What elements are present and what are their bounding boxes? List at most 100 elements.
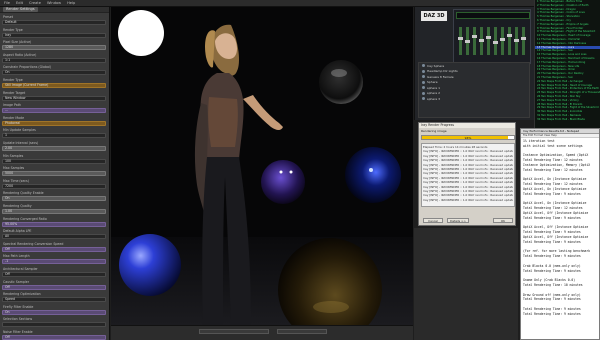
playlist-item[interactable]: 32 Two Steps From Hell - Black Blade xyxy=(535,118,600,122)
setting-row: Min Update Samples 1 xyxy=(2,128,106,139)
setting-value[interactable]: 2.00 xyxy=(2,146,106,151)
scene-item-label: Genesis 8 Female xyxy=(427,74,454,79)
scene-item-label: Headlamp Dir Lights xyxy=(427,69,458,74)
lower-right-empty xyxy=(414,228,518,340)
setting-label: Caustic Sampler xyxy=(3,279,30,284)
viewport[interactable] xyxy=(111,7,413,325)
setting-row: Max Samples 5000 xyxy=(2,166,106,177)
setting-label: Render Type xyxy=(3,27,23,32)
eye-icon[interactable] xyxy=(422,86,425,90)
menu-edit[interactable]: Edit xyxy=(16,1,23,5)
setting-row: Architectural Sampler Off xyxy=(2,267,106,277)
setting-row: Default Alpha LPE All xyxy=(2,229,106,240)
setting-value[interactable]: Photoreal xyxy=(2,120,106,126)
blue-sphere xyxy=(119,234,181,296)
panel-tab[interactable]: Render Settings xyxy=(3,7,38,12)
menu-help[interactable]: Help xyxy=(67,1,75,5)
setting-row: Rendering Quality 1.00 xyxy=(2,204,106,214)
setting-row: Rendering Optimization Speed xyxy=(2,292,106,303)
setting-value[interactable]: 1 xyxy=(2,133,106,139)
render-status: Rendering image xyxy=(421,129,447,133)
setting-value[interactable]: 100 xyxy=(2,158,106,164)
log-line: Iray [INFO] - IRAY:RENDER :: 1.0 IRAY re… xyxy=(423,180,513,185)
scene-item-label: sphere 2 xyxy=(427,91,441,96)
setting-value[interactable]: On xyxy=(2,70,106,76)
setting-value[interactable]: 1.00 xyxy=(2,209,106,214)
setting-value[interactable]: 1:1 xyxy=(2,57,106,63)
menu-window[interactable]: Window xyxy=(47,1,61,5)
render-log: Elapsed Time: 2 hours 14 minutes 28 seco… xyxy=(421,143,515,207)
setting-row: Selection Sections xyxy=(2,317,106,328)
panel-header: Render Settings xyxy=(0,7,109,13)
white-sphere xyxy=(118,10,164,56)
setting-row: Image Path... xyxy=(2,103,106,114)
setting-value[interactable]: ... xyxy=(2,108,106,114)
setting-row: Render Mode Photoreal xyxy=(2,116,106,126)
cancel-button[interactable]: Cancel xyxy=(423,218,443,223)
eye-icon[interactable] xyxy=(422,75,425,79)
eye-icon[interactable] xyxy=(422,80,425,84)
render-settings-panel: Render Settings Preset Default Render Type… xyxy=(0,7,110,340)
scene-item[interactable]: sphere 3 xyxy=(419,96,529,102)
menu-file[interactable]: File xyxy=(4,1,10,5)
render-image xyxy=(111,7,413,325)
setting-value[interactable] xyxy=(2,322,106,328)
setting-value[interactable]: Off xyxy=(2,284,106,290)
setting-row: Aspect Ratio (Active) 1:1 xyxy=(2,53,106,63)
setting-row: Render Target New Window xyxy=(2,91,106,101)
scene-item-label: sphere 1 xyxy=(427,85,441,90)
setting-row: Update Interval (secs) 2.00 xyxy=(2,141,106,151)
setting-value[interactable]: Speed xyxy=(2,297,106,303)
setting-row: Render Type Iray xyxy=(2,28,106,38)
setting-value[interactable]: 95.00% xyxy=(2,221,106,227)
ok-button[interactable]: OK xyxy=(493,218,513,223)
setting-value[interactable]: Iray xyxy=(2,32,106,38)
progress-percent: 94% xyxy=(464,136,472,140)
setting-row: Max Path Length -1 xyxy=(2,254,106,265)
daz-logo: DAZ 3D xyxy=(421,11,447,21)
scene-outliner: Iray Sphere Headlamp Dir Lights Genesis 8 … xyxy=(418,62,530,118)
notepad-text[interactable]: 1% iteration test with initial test scene… xyxy=(521,138,599,317)
menu-create[interactable]: Create xyxy=(29,1,41,5)
playlist-panel: 1 Thomas Bergersen - Before Time 2 Thomas… xyxy=(534,0,600,128)
setting-row: Noise Filter Enable Off xyxy=(2,330,106,340)
viewport-toolbar xyxy=(111,325,413,340)
setting-value[interactable]: Off xyxy=(2,272,106,277)
setting-row: Min Samples 100 xyxy=(2,154,106,164)
menu-bar: File Edit Create Window Help xyxy=(0,0,600,7)
eye-icon[interactable] xyxy=(422,97,425,101)
setting-value[interactable]: 5000 xyxy=(2,171,106,177)
notepad-window: Iray Performance Results.txt - Notepad F… xyxy=(520,128,600,340)
log-line: Iray [INFO] - IRAY:RENDER :: 1.0 IRAY re… xyxy=(423,158,513,163)
setting-row: Pixel Size (Active) 1280 xyxy=(2,40,106,51)
eye-icon[interactable] xyxy=(422,91,425,95)
eye-icon[interactable] xyxy=(422,64,425,68)
setting-label: Render Target xyxy=(3,90,26,95)
dialog-title: Iray Render Progress xyxy=(419,123,515,128)
setting-row: Preset Default xyxy=(2,15,106,25)
setting-value[interactable]: Default xyxy=(2,20,106,25)
setting-value[interactable]: Still Image (Current Frame) xyxy=(2,83,106,88)
setting-value[interactable]: All xyxy=(2,234,106,240)
setting-value[interactable]: 1280 xyxy=(2,45,106,51)
setting-value[interactable]: Off xyxy=(2,246,106,252)
setting-row: Firefly Filter Enable On xyxy=(2,305,106,315)
details-button[interactable]: Details >> xyxy=(447,218,469,223)
setting-value[interactable]: On xyxy=(2,196,106,202)
camera-select[interactable] xyxy=(277,329,327,334)
setting-value[interactable]: On xyxy=(2,309,106,315)
setting-value[interactable]: New Window xyxy=(2,95,106,101)
setting-row: Render Type Still Image (Current Frame) xyxy=(2,78,106,88)
eye-icon[interactable] xyxy=(422,69,425,73)
setting-value[interactable]: Off xyxy=(2,335,106,340)
timeline-scrubber[interactable] xyxy=(199,329,269,334)
setting-label: Rendering Converged Ratio xyxy=(3,216,47,221)
equalizer[interactable] xyxy=(457,23,529,59)
setting-value[interactable]: -1 xyxy=(2,259,106,265)
setting-value[interactable]: 7200 xyxy=(2,183,106,189)
setting-row: Caustic Sampler Off xyxy=(2,280,106,290)
log-line: Iray [INFO] - IRAY:RENDER :: 1.0 IRAY re… xyxy=(423,197,513,202)
setting-row: Spectral Rendering Conversion Speed Off xyxy=(2,242,106,252)
dark-blue-sphere xyxy=(345,147,401,203)
purple-sphere xyxy=(261,160,305,204)
